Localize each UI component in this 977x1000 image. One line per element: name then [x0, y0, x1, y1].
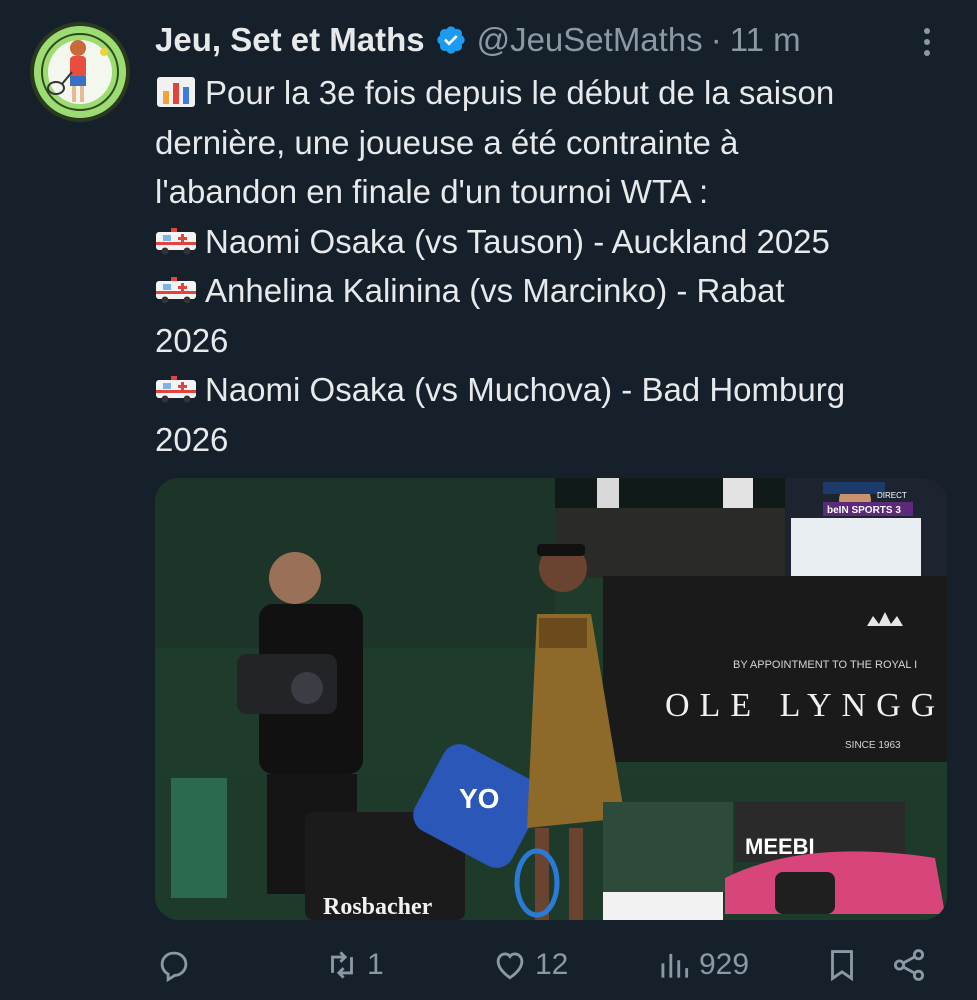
- retweet-count: 1: [367, 948, 384, 981]
- like-button[interactable]: 12: [491, 940, 568, 990]
- bookmark-button[interactable]: [823, 940, 861, 990]
- text-line: Naomi Osaka (vs Tauson) - Auckland 2025: [155, 217, 955, 267]
- views-button[interactable]: 929: [655, 940, 749, 990]
- retweet-icon: [331, 951, 353, 979]
- views-count: 929: [699, 948, 750, 981]
- views-chart-icon: [661, 953, 689, 978]
- tweet-actions: 1 12 929: [155, 940, 945, 990]
- timestamp[interactable]: 11 m: [730, 21, 801, 59]
- text-line: 2026: [155, 321, 229, 359]
- broadcast-label-text: DIRECT: [877, 491, 907, 500]
- reply-icon: [160, 951, 188, 983]
- tweet-text: Pour la 3e fois depuis le début de la sa…: [155, 68, 955, 464]
- bottle-brand-text: Rosbacher: [323, 894, 433, 920]
- sponsor-name-text: OLE LYNGG: [665, 687, 945, 724]
- tweet-media-image[interactable]: BY APPOINTMENT TO THE ROYAL I OLE LYNGG …: [155, 478, 947, 920]
- sponsor-line-text: BY APPOINTMENT TO THE ROYAL I: [733, 659, 917, 671]
- like-count: 12: [535, 948, 569, 981]
- bar-chart-emoji-icon: [157, 77, 195, 107]
- text-line: Naomi Osaka (vs Muchova) - Bad Homburg: [155, 365, 955, 415]
- ambulance-emoji-icon: [156, 227, 196, 254]
- text-line: 2026: [155, 420, 229, 458]
- meta-separator: ·: [710, 21, 722, 58]
- more-options-icon[interactable]: [907, 22, 947, 62]
- text-line: dernière, une joueuse a été contrainte à: [155, 123, 739, 161]
- author-handle[interactable]: @JeuSetMaths: [477, 21, 703, 59]
- author-name[interactable]: Jeu, Set et Maths: [155, 21, 425, 59]
- reply-button[interactable]: [155, 940, 199, 990]
- share-icon: [893, 949, 925, 981]
- retweet-button[interactable]: 1: [323, 940, 384, 990]
- share-button[interactable]: [890, 940, 928, 990]
- channel-logo-text: beIN SPORTS 3: [827, 505, 901, 516]
- bag-brand-text: YO: [459, 783, 499, 814]
- media-photo: BY APPOINTMENT TO THE ROYAL I OLE LYNGG …: [155, 478, 947, 920]
- tweet-header: Jeu, Set et Maths @JeuSetMaths · 11 m: [155, 18, 947, 62]
- ambulance-emoji-icon: [156, 277, 196, 304]
- verified-badge-icon[interactable]: [435, 24, 467, 56]
- text-line: Pour la 3e fois depuis le début de la sa…: [155, 68, 955, 118]
- avatar[interactable]: [30, 22, 130, 122]
- sponsor-since-text: SINCE 1963: [845, 740, 901, 751]
- ambulance-emoji-icon: [156, 376, 196, 403]
- text-line: Anhelina Kalinina (vs Marcinko) - Rabat: [155, 266, 955, 316]
- avatar-illustration: [34, 26, 126, 118]
- bookmark-icon: [831, 950, 853, 982]
- heart-icon: [496, 952, 524, 980]
- text-line: l'abandon en finale d'un tournoi WTA :: [155, 173, 709, 210]
